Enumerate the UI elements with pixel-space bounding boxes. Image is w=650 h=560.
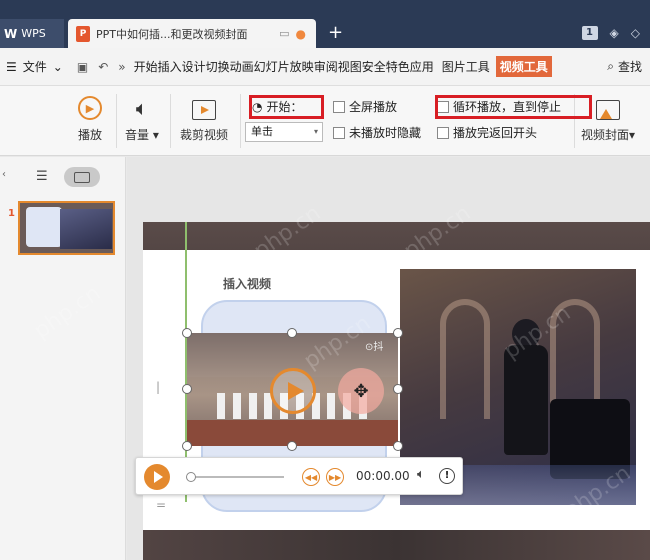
save-icon[interactable]: ▣ <box>77 60 88 74</box>
undo-icon[interactable]: ↶ <box>98 60 108 74</box>
wps-logo-icon: W <box>4 26 18 41</box>
slide-number: 1 <box>8 208 15 219</box>
menu-tab-design[interactable]: 设计 <box>182 58 206 75</box>
file-menu-label: 文件 <box>22 60 47 74</box>
video-player-controls: ◀◀ ▶▶ 00:00.00 🔈︎ ! <box>135 457 463 495</box>
skin-icon[interactable]: ◈ <box>610 26 619 40</box>
rewind-checkbox-box[interactable] <box>437 126 449 139</box>
ribbon-divider <box>240 94 241 148</box>
start-highlight-box <box>249 95 324 119</box>
insert-video-title: 插入视频 <box>223 277 272 291</box>
outline-marker: | <box>156 380 161 394</box>
video-cover-label: 视频封面▾ <box>581 128 636 142</box>
video-brand-watermark: ⊙抖 <box>365 342 384 353</box>
search-label: 查找 <box>617 60 642 74</box>
fullscreen-checkbox-box[interactable] <box>333 100 345 113</box>
info-icon[interactable]: ! <box>439 468 455 484</box>
slide-background-bottom <box>143 530 650 560</box>
play-button[interactable]: ▶ 播放 <box>78 96 102 143</box>
collapse-arrow-icon[interactable]: ‹ <box>2 169 6 180</box>
ribbon-divider <box>116 94 117 148</box>
menu-tab-review[interactable]: 审阅 <box>314 58 338 75</box>
more-icon[interactable]: » <box>118 60 125 74</box>
document-tab[interactable]: P PPT中如何插...和更改视频封面 ▭ ● <box>68 19 316 48</box>
menu-tabs: 开始 插入 设计 切换 动画 幻灯片放映 审阅 视图 安全 特色应用 图片工具 … <box>134 56 552 77</box>
slide-pane: ‹ ☰ 1 <box>0 157 126 560</box>
hide-when-not-playing-label: 未播放时隐藏 <box>349 126 422 140</box>
menu-bar: ☰ 文件 ⌄ ▣ ↶ » 开始 插入 设计 切换 动画 幻灯片放映 审阅 视图 … <box>0 48 650 86</box>
menu-tab-security[interactable]: 安全 <box>362 58 386 75</box>
quick-access: ▣ ↶ » <box>69 60 134 74</box>
menu-tab-slideshow[interactable]: 幻灯片放映 <box>254 58 314 75</box>
ppt-file-icon: P <box>76 25 90 42</box>
outline-view-icon[interactable]: ☰ <box>36 169 48 184</box>
file-menu[interactable]: ☰ 文件 ⌄ <box>0 58 69 75</box>
resize-handle-left[interactable] <box>182 384 192 394</box>
resize-handle-right[interactable] <box>393 384 403 394</box>
menu-tab-transition[interactable]: 切换 <box>206 58 230 75</box>
hamburger-icon: ☰ <box>6 59 17 74</box>
search-button[interactable]: ⌕ 查找 <box>607 58 650 75</box>
play-label: 播放 <box>78 128 103 142</box>
trim-video-button[interactable]: 裁剪视频 <box>180 96 228 143</box>
speaker-icon: 🔈︎ <box>135 96 148 120</box>
start-select[interactable]: 单击 ▾ <box>245 122 323 142</box>
fullscreen-checkbox[interactable]: 全屏播放 <box>333 98 397 115</box>
resize-handle-bottom-right[interactable] <box>393 441 403 451</box>
player-time: 00:00.00 <box>356 469 410 483</box>
hide-checkbox-box[interactable] <box>333 126 345 139</box>
slide-pane-toolbar: ‹ ☰ <box>0 167 126 189</box>
menu-tab-picture-tools[interactable]: 图片工具 <box>442 58 490 75</box>
resize-handle-bottom-left[interactable] <box>182 441 192 451</box>
resize-handle-top[interactable] <box>287 328 297 338</box>
resize-handle-top-right[interactable] <box>393 328 403 338</box>
thumbnail-view-icon <box>74 171 90 183</box>
menu-tab-insert[interactable]: 插入 <box>158 58 182 75</box>
player-play-button[interactable] <box>144 464 170 490</box>
menu-tab-video-tools[interactable]: 视频工具 <box>495 56 552 77</box>
progress-track[interactable] <box>188 476 284 478</box>
rewind-button[interactable]: ◀◀ <box>302 468 320 486</box>
monitor-icon[interactable]: ▭ <box>279 27 289 40</box>
volume-label: 音量 ▾ <box>125 128 159 142</box>
video-play-overlay-icon[interactable] <box>270 368 316 414</box>
menu-tab-features[interactable]: 特色应用 <box>386 58 434 75</box>
cube-icon[interactable]: ◇ <box>631 26 640 40</box>
player-volume-icon[interactable]: 🔈︎ <box>417 467 425 482</box>
start-select-value: 单击 <box>251 125 273 138</box>
title-bar: W WPS P PPT中如何插...和更改视频封面 ▭ ● + 1 ◈ ◇ <box>0 0 650 48</box>
loop-highlight-box <box>435 95 592 119</box>
fullscreen-label: 全屏播放 <box>349 100 398 114</box>
titlebar-right-tools: 1 ◈ ◇ <box>581 26 640 40</box>
wps-home-tab[interactable]: W WPS <box>0 19 64 48</box>
rewind-after-playing-checkbox[interactable]: 播放完返回开头 <box>437 124 537 141</box>
thumbnail-view-button[interactable] <box>64 167 100 187</box>
menu-tab-home[interactable]: 开始 <box>134 58 158 75</box>
menu-tab-view[interactable]: 视图 <box>338 58 362 75</box>
wps-tab-label: WPS <box>21 27 46 40</box>
move-cursor-icon: ✥ <box>338 368 384 414</box>
video-cover-icon <box>596 100 621 120</box>
volume-button[interactable]: 🔈︎ 音量 ▾ <box>125 96 159 143</box>
hide-when-not-playing-checkbox[interactable]: 未播放时隐藏 <box>333 124 421 141</box>
resize-handle-top-left[interactable] <box>182 328 192 338</box>
resize-handle-bottom[interactable] <box>287 441 297 451</box>
chevron-down-icon: ▾ <box>313 127 318 136</box>
chevron-down-icon: ⌄ <box>52 59 63 74</box>
window-count-badge[interactable]: 1 <box>581 26 598 40</box>
trim-video-label: 裁剪视频 <box>180 128 229 142</box>
slide-thumbnail[interactable] <box>18 201 115 255</box>
unsaved-dot-icon: ● <box>295 26 306 41</box>
play-icon: ▶ <box>78 96 102 120</box>
search-icon: ⌕ <box>607 59 614 73</box>
ribbon-divider <box>170 94 171 148</box>
new-tab-button[interactable]: + <box>328 22 343 43</box>
document-tab-title: PPT中如何插...和更改视频封面 <box>96 27 248 41</box>
outline-marker: = <box>156 498 167 512</box>
menu-tab-animation[interactable]: 动画 <box>230 58 254 75</box>
rewind-after-playing-label: 播放完返回开头 <box>453 126 538 140</box>
trim-video-icon <box>192 100 216 120</box>
progress-slider-handle[interactable] <box>186 472 196 482</box>
fast-forward-button[interactable]: ▶▶ <box>326 468 344 486</box>
